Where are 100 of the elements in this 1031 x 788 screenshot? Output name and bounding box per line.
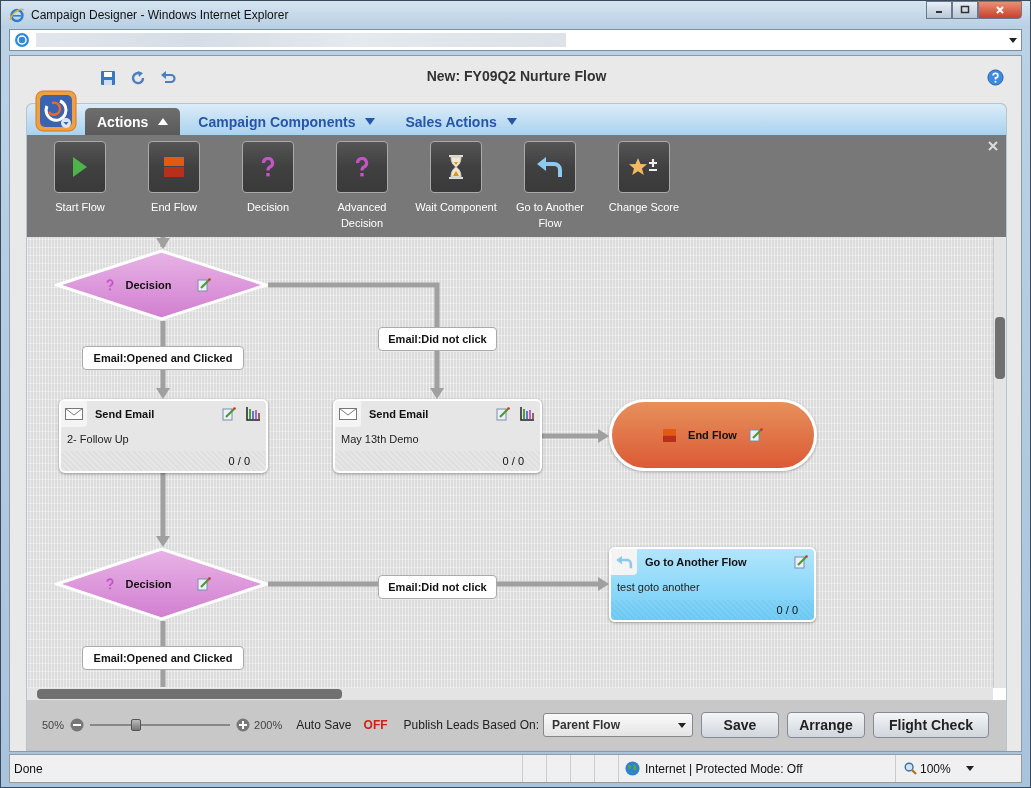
component-button[interactable] <box>430 141 482 193</box>
minimize-button[interactable] <box>926 1 952 19</box>
goto-flow-node[interactable]: Go to Another Flow test goto another 0 / 0 <box>609 547 816 622</box>
component-button[interactable] <box>336 141 388 193</box>
edit-icon[interactable] <box>222 407 236 421</box>
component-button[interactable] <box>618 141 670 193</box>
decision-diamond[interactable] <box>55 547 268 621</box>
action-button[interactable]: Flight Check <box>872 712 989 738</box>
menu-tab[interactable]: Sales Actions <box>393 108 529 135</box>
edit-icon[interactable] <box>496 407 510 421</box>
maximize-button[interactable] <box>952 1 978 19</box>
node-detail: May 13th Demo <box>340 432 420 447</box>
hourglass-icon <box>448 155 464 179</box>
dropdown-arrow-icon <box>677 722 686 728</box>
edit-icon[interactable] <box>197 577 212 591</box>
question-icon <box>261 157 275 177</box>
connector-arrow <box>542 429 609 443</box>
browser-logo-icon <box>9 6 25 23</box>
page-icon <box>14 32 30 48</box>
component-label: Change Score <box>607 200 681 215</box>
menu-tab[interactable]: Campaign Components <box>186 108 388 135</box>
component-button[interactable] <box>54 141 106 193</box>
app-logo-icon[interactable] <box>35 90 77 132</box>
magnifier-icon[interactable] <box>904 762 917 775</box>
caret-icon <box>365 118 376 125</box>
component-label: Advanced Decision <box>336 200 388 231</box>
action-button[interactable]: Save <box>700 712 779 738</box>
component-button[interactable] <box>242 141 294 193</box>
question-icon <box>105 279 114 291</box>
address-field[interactable] <box>9 29 1022 51</box>
close-icon <box>995 5 1005 15</box>
bar-chart-icon[interactable] <box>246 407 260 421</box>
bar-chart-icon[interactable] <box>520 407 534 421</box>
vertical-scrollbar[interactable] <box>993 237 1006 688</box>
return-arrow-icon <box>537 156 563 178</box>
node-title: Decision <box>125 279 172 291</box>
zoom-min-label: 50% <box>42 719 65 731</box>
envelope-icon <box>65 408 83 420</box>
branch-label[interactable]: Email:Opened and Clicked <box>82 346 244 370</box>
end-flow-node[interactable]: End Flow <box>609 399 817 471</box>
branch-label[interactable]: Email:Opened and Clicked <box>82 646 244 670</box>
zoom-in-icon[interactable] <box>236 718 251 732</box>
auto-save-label: Auto Save <box>296 718 352 732</box>
dropdown-arrow-icon[interactable] <box>1009 37 1017 43</box>
save-icon[interactable] <box>100 69 116 86</box>
maximize-icon <box>960 5 970 15</box>
caret-icon <box>506 118 517 125</box>
node-title: Send Email <box>369 408 429 420</box>
horizontal-scrollbar[interactable] <box>27 688 993 700</box>
node-title: Decision <box>125 578 172 590</box>
dropdown-arrow-icon[interactable] <box>965 766 974 771</box>
node-count: 0 / 0 <box>502 455 524 467</box>
node-count: 0 / 0 <box>776 604 798 616</box>
publish-label: Publish Leads Based On: <box>403 718 539 732</box>
undo-icon[interactable] <box>160 69 176 86</box>
zoom-max-label: 200% <box>254 719 283 731</box>
status-text: Done <box>13 761 44 776</box>
action-button[interactable]: Arrange <box>786 712 865 738</box>
component-label: Decision <box>245 200 291 215</box>
close-icon[interactable] <box>988 141 998 151</box>
node-detail: 2- Follow Up <box>66 432 130 447</box>
node-count: 0 / 0 <box>228 455 250 467</box>
page-title: New: FY09Q2 Nurture Flow <box>426 68 607 84</box>
question-icon <box>355 157 369 177</box>
stop-icon <box>663 428 677 442</box>
branch-label[interactable]: Email:Did not click <box>378 575 497 599</box>
edit-icon[interactable] <box>197 278 212 292</box>
edit-icon[interactable] <box>794 555 808 569</box>
component-button[interactable] <box>148 141 200 193</box>
security-zone-text: Internet | Protected Mode: Off <box>645 761 803 776</box>
branch-label[interactable]: Email:Did not click <box>378 327 497 351</box>
component-label: Go to Another Flow <box>515 200 585 231</box>
component-button[interactable] <box>524 141 576 193</box>
scrollbar-thumb[interactable] <box>995 317 1005 379</box>
component-label: End Flow <box>150 200 198 215</box>
edit-icon[interactable] <box>748 428 763 442</box>
node-detail: test goto another <box>616 580 701 595</box>
window-title: Campaign Designer - Windows Internet Explorer <box>31 7 289 22</box>
menu-tab[interactable]: Actions <box>85 108 181 135</box>
zoom-level-text[interactable]: 100% <box>920 761 951 776</box>
close-button[interactable] <box>978 1 1022 19</box>
send-email-node[interactable]: Send Email May 13th Demo 0 / 0 <box>333 399 542 473</box>
publish-dropdown[interactable]: Parent Flow <box>542 713 693 737</box>
help-icon[interactable] <box>987 69 1004 86</box>
stop-icon <box>164 157 184 177</box>
envelope-icon <box>339 408 357 420</box>
component-label: Wait Component <box>414 200 498 215</box>
play-icon <box>73 157 87 177</box>
decision-diamond[interactable] <box>55 249 268 321</box>
slider-thumb[interactable] <box>131 719 142 731</box>
zoom-out-icon[interactable] <box>70 718 85 732</box>
caret-icon <box>158 118 169 125</box>
node-title: End Flow <box>688 429 737 441</box>
refresh-icon[interactable] <box>130 69 146 86</box>
question-icon <box>105 578 114 590</box>
node-title: Send Email <box>95 408 155 420</box>
send-email-node[interactable]: Send Email 2- Follow Up 0 / 0 <box>59 399 268 473</box>
globe-icon <box>625 761 640 776</box>
node-title: Go to Another Flow <box>645 556 747 568</box>
scrollbar-thumb[interactable] <box>37 689 342 699</box>
